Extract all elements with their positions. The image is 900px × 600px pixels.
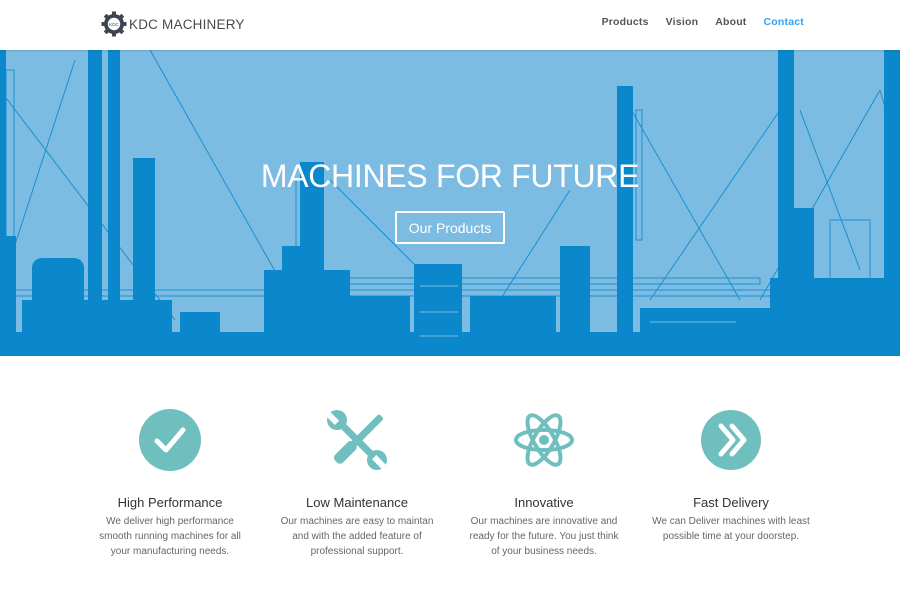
feature-title: Fast Delivery xyxy=(693,495,769,510)
checkmark-circle-icon xyxy=(139,409,201,471)
feature-description: We deliver high performance smooth runni… xyxy=(99,516,241,557)
nav-products[interactable]: Products xyxy=(602,16,649,28)
feature-description: Our machines are easy to maintan and wit… xyxy=(280,516,434,557)
factory-skyline-illustration xyxy=(0,50,900,356)
feature-title: High Performance xyxy=(117,495,223,510)
feature-low-maintenance: Low Maintenance Our machines are easy to… xyxy=(277,408,437,559)
feature-title: Low Maintenance xyxy=(306,495,408,510)
feature-title: Innovative xyxy=(514,495,574,510)
our-products-button[interactable]: Our Products xyxy=(395,211,505,244)
feature-innovative: Innovative Our machines are innovative a… xyxy=(464,408,624,559)
double-chevron-right-icon xyxy=(701,410,761,470)
main-nav: Products Vision About Contact xyxy=(585,16,804,28)
hero-banner: MACHINES FOR FUTURE Our Products xyxy=(0,50,900,356)
feature-description: Our machines are innovative and ready fo… xyxy=(469,516,619,557)
hero-title: MACHINES FOR FUTURE xyxy=(260,158,640,194)
logo-badge-text: KDC xyxy=(109,22,119,27)
wrench-screwdriver-icon xyxy=(326,410,387,470)
nav-vision[interactable]: Vision xyxy=(666,16,699,28)
site-header: KDC KDC MACHINERY Products Vision About … xyxy=(0,0,900,50)
brand-name: KDC MACHINERY xyxy=(129,16,245,32)
gear-logo-icon: KDC xyxy=(101,11,127,37)
feature-high-performance: High Performance We deliver high perform… xyxy=(90,408,250,559)
feature-fast-delivery: Fast Delivery We can Deliver machines wi… xyxy=(651,408,811,544)
brand-logo[interactable]: KDC KDC MACHINERY xyxy=(101,10,245,38)
feature-description: We can Deliver machines with least possi… xyxy=(652,516,810,542)
atom-icon xyxy=(514,413,574,467)
nav-contact[interactable]: Contact xyxy=(764,16,804,28)
nav-about[interactable]: About xyxy=(715,16,746,28)
